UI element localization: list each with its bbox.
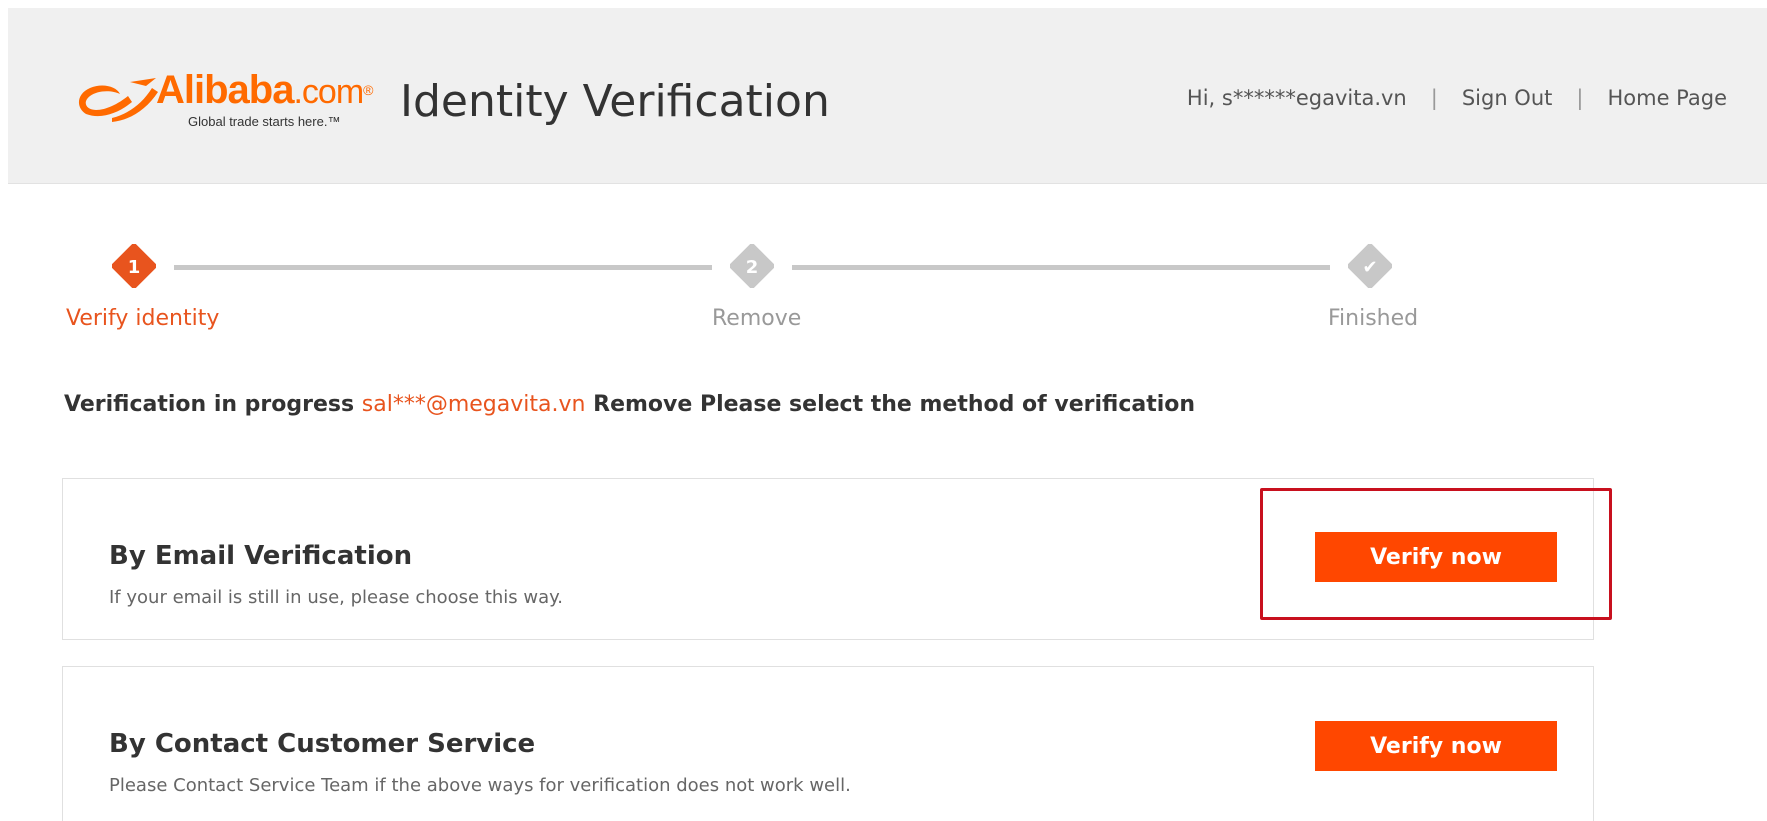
verification-prompt: Verification in progress sal***@megavita…	[64, 392, 1195, 417]
step-2-icon: 2	[730, 244, 774, 288]
nav-separator: |	[1576, 86, 1584, 110]
home-page-link[interactable]: Home Page	[1607, 86, 1727, 110]
step-finished-check-icon: ✔	[1348, 244, 1392, 288]
method-title: By Contact Customer Service	[109, 729, 536, 759]
sign-out-link[interactable]: Sign Out	[1462, 86, 1553, 110]
logo-tagline: Global trade starts here.™	[188, 114, 341, 129]
user-nav: Hi, s******egavita.vn | Sign Out | Home …	[1187, 86, 1727, 110]
masked-email: sal***@megavita.vn	[361, 392, 586, 417]
step-2-number: 2	[746, 257, 759, 278]
page-title: Identity Verification	[400, 76, 830, 127]
page: Alibaba.com® Global trade starts here.™ …	[0, 0, 1767, 821]
step-3-mark: ✔	[1362, 257, 1377, 278]
nav-separator: |	[1430, 86, 1438, 110]
step-label-verify-identity: Verify identity	[66, 306, 220, 331]
verify-now-service-button[interactable]: Verify now	[1315, 721, 1557, 771]
step-label-finished: Finished	[1328, 306, 1419, 331]
prompt-suffix: Remove Please select the method of verif…	[593, 392, 1196, 417]
step-1-number: 1	[128, 257, 141, 278]
verify-now-email-button[interactable]: Verify now	[1315, 532, 1557, 582]
prompt-prefix: Verification in progress	[64, 392, 355, 417]
step-label-remove: Remove	[712, 306, 802, 331]
method-title: By Email Verification	[109, 541, 413, 571]
method-description: Please Contact Service Team if the above…	[109, 775, 851, 796]
progress-stepper: 1 2 ✔ Verify identity Remove Finished	[0, 236, 1767, 336]
alibaba-smile-icon	[78, 78, 158, 122]
logo-wordmark: Alibaba.com®	[156, 68, 374, 112]
method-card-customer-service: By Contact Customer Service Please Conta…	[62, 666, 1594, 821]
step-connector-1	[174, 265, 712, 270]
method-card-email: By Email Verification If your email is s…	[62, 478, 1594, 640]
alibaba-logo[interactable]: Alibaba.com® Global trade starts here.™	[72, 66, 382, 136]
step-1-icon: 1	[112, 244, 156, 288]
user-greeting: Hi, s******egavita.vn	[1186, 86, 1407, 110]
header-bar: Alibaba.com® Global trade starts here.™ …	[8, 8, 1767, 184]
method-description: If your email is still in use, please ch…	[109, 587, 563, 608]
step-connector-2	[792, 265, 1330, 270]
